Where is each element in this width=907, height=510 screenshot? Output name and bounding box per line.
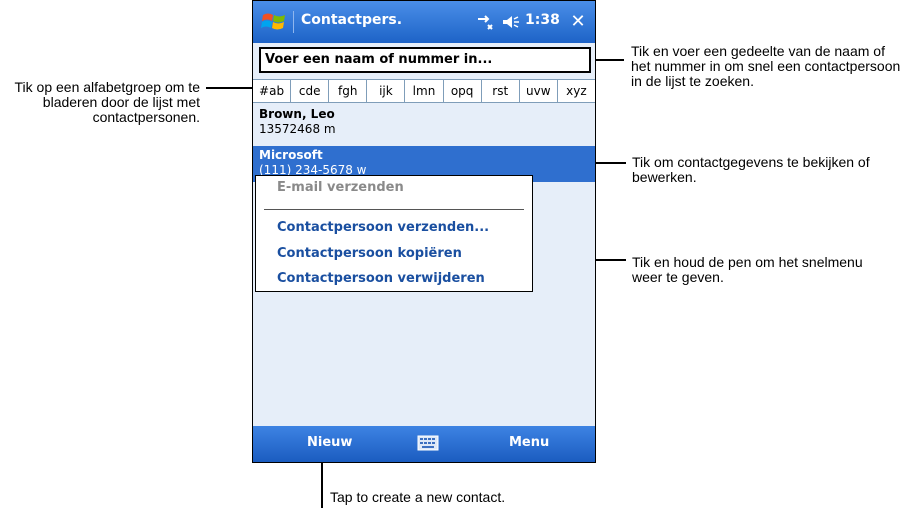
bottom-bar: Nieuw Menu — [253, 426, 595, 462]
leader-line-view-edit — [592, 162, 626, 164]
app-title: Contactpers. — [301, 12, 403, 28]
menu-button[interactable]: Menu — [509, 435, 549, 450]
title-separator — [293, 11, 294, 33]
alpha-tab-ab[interactable]: #ab — [253, 80, 292, 102]
callout-new-contact: Tap to create a new contact. — [330, 489, 506, 505]
contact-detail: 13572468 m — [259, 122, 336, 136]
contact-row-brown-leo[interactable]: Brown, Leo 13572468 m — [253, 105, 595, 143]
menu-item-copy-contact[interactable]: Contactpersoon kopiëren — [277, 246, 462, 261]
alpha-tab-uvw[interactable]: uvw — [520, 80, 558, 102]
alpha-tab-cde[interactable]: cde — [291, 80, 330, 102]
alpha-tab-rst[interactable]: rst — [482, 80, 520, 102]
callout-search: Tik en voer een gedeelte van de naam of … — [631, 43, 901, 89]
alpha-tab-lmn[interactable]: lmn — [405, 80, 444, 102]
callout-view-edit: Tik om contactgegevens te bekijken of be… — [632, 154, 870, 185]
pocketpc-screen: Contactpers. 1:38 ✕ Voer een naam of num… — [252, 0, 596, 463]
contact-name: Brown, Leo — [259, 107, 335, 121]
volume-icon[interactable] — [502, 13, 520, 31]
menu-item-send-email: E-mail verzenden — [277, 180, 404, 195]
alphabet-bar: #ab cde fgh ijk lmn opq rst uvw xyz — [253, 79, 595, 103]
search-input[interactable]: Voer een naam of nummer in... — [259, 47, 591, 73]
menu-item-delete-contact[interactable]: Contactpersoon verwijderen — [277, 271, 485, 286]
close-icon[interactable]: ✕ — [567, 11, 589, 33]
contact-name: Microsoft — [259, 148, 323, 162]
windows-start-icon[interactable] — [261, 10, 287, 34]
menu-separator — [264, 209, 524, 210]
alpha-tab-xyz[interactable]: xyz — [558, 80, 595, 102]
menu-item-send-contact[interactable]: Contactpersoon verzenden... — [277, 220, 489, 235]
callout-tap-hold: Tik en houd de pen om het snelmenu weer … — [632, 254, 863, 285]
keyboard-icon[interactable] — [417, 435, 439, 451]
alpha-tab-ijk[interactable]: ijk — [367, 80, 406, 102]
context-menu: E-mail verzenden Contactpersoon verzende… — [255, 175, 533, 292]
callout-alphabet-group: Tik op een alfabetgroep om te bladeren d… — [14, 79, 201, 125]
new-button[interactable]: Nieuw — [307, 435, 352, 450]
connectivity-icon[interactable] — [476, 13, 496, 31]
alpha-tab-fgh[interactable]: fgh — [329, 80, 368, 102]
title-bar: Contactpers. 1:38 ✕ — [253, 1, 595, 43]
clock: 1:38 — [525, 12, 560, 28]
alpha-tab-opq[interactable]: opq — [444, 80, 482, 102]
